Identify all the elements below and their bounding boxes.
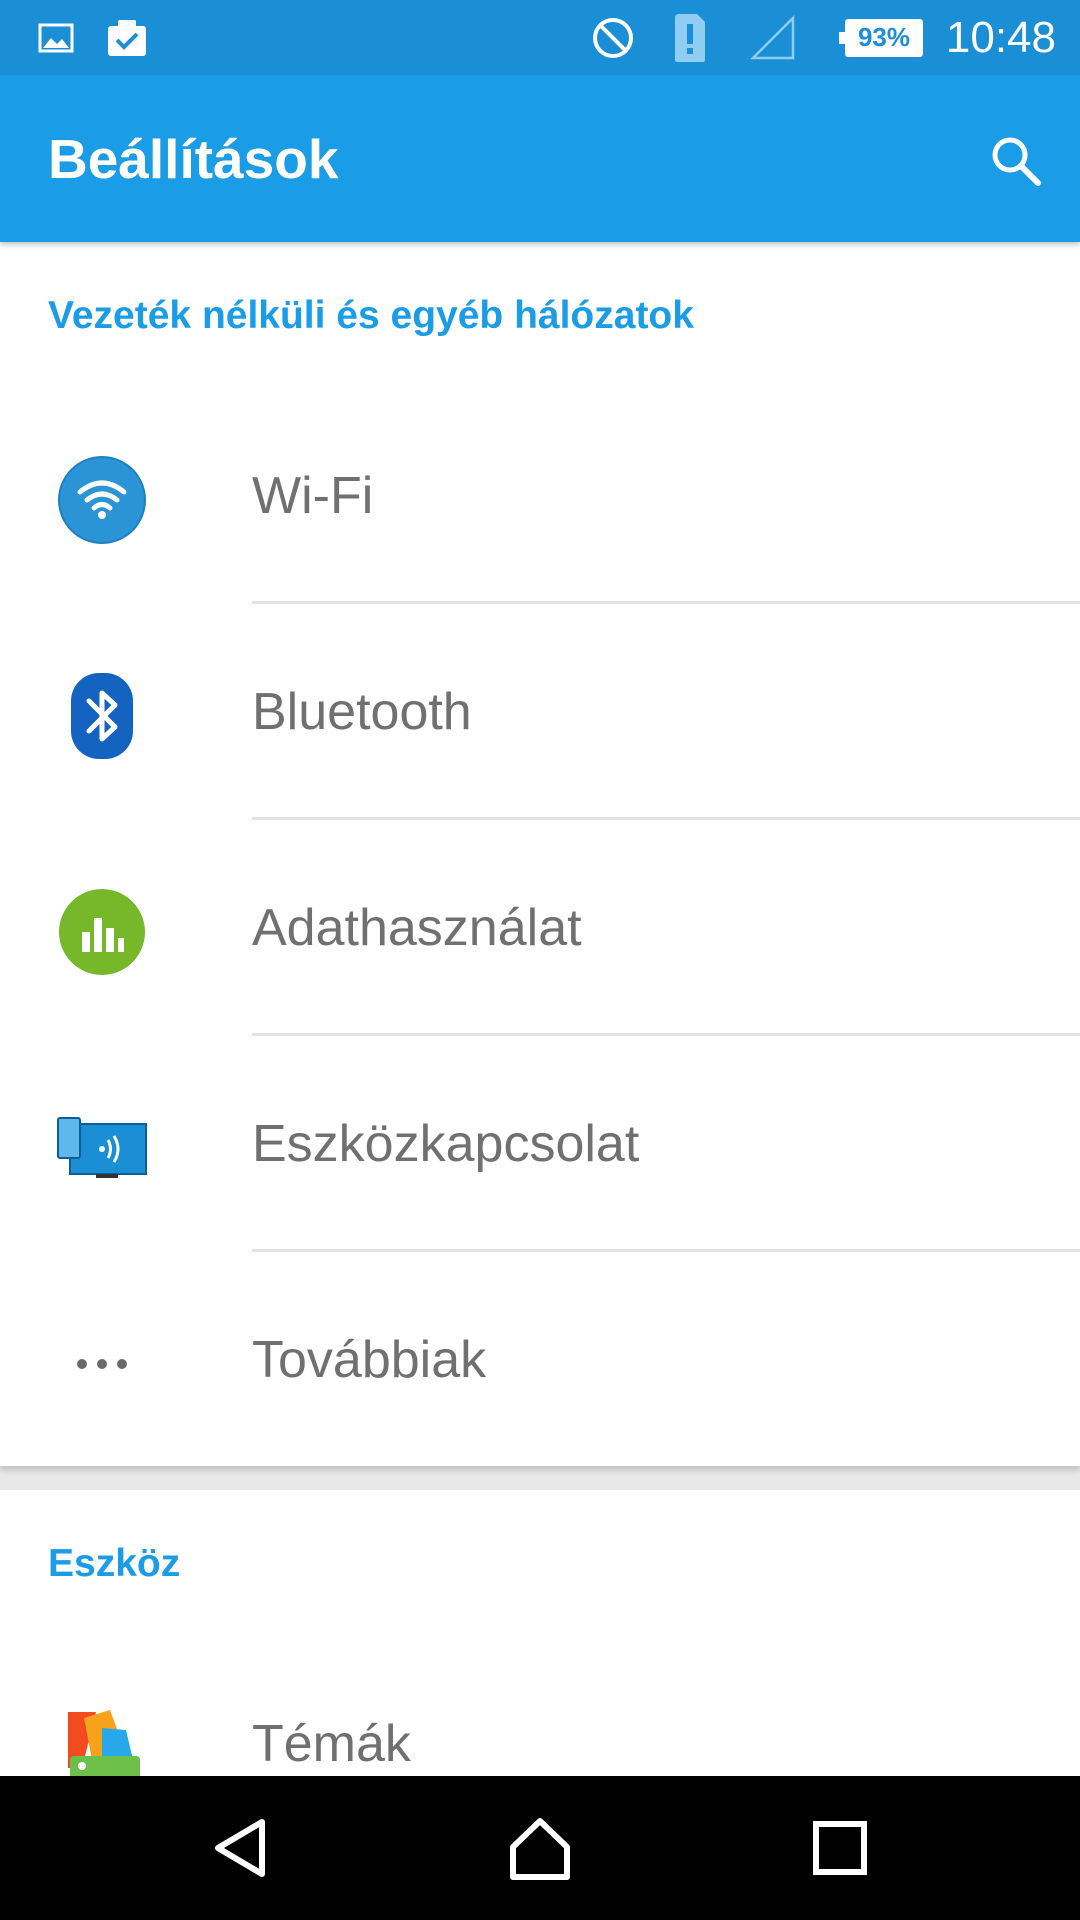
settings-item-device-connection[interactable]: Eszközkapcsolat: [0, 1036, 1080, 1252]
search-button[interactable]: [976, 121, 1056, 201]
more-icon: [56, 1318, 148, 1410]
settings-item-wifi[interactable]: Wi-Fi: [0, 388, 1080, 604]
settings-item-label: Témák: [252, 1715, 411, 1773]
search-icon: [992, 137, 1041, 186]
sim-alert-icon: [672, 0, 708, 75]
home-icon: [510, 1818, 570, 1880]
clipboard-check-icon: [104, 0, 150, 75]
settings-item-label: Adathasználat: [252, 899, 582, 957]
data-usage-icon: [56, 886, 148, 978]
battery-indicator: 93%: [839, 0, 925, 75]
settings-item-more[interactable]: Továbbiak: [0, 1252, 1080, 1468]
wifi-icon: [56, 454, 148, 546]
section-device: Eszköz Témák: [0, 1490, 1080, 1786]
back-icon: [215, 1819, 265, 1877]
settings-item-label: Bluetooth: [252, 683, 472, 741]
recents-button[interactable]: [790, 1798, 890, 1898]
app-bar: Beállítások: [0, 75, 1080, 242]
section-header: Eszköz: [48, 1542, 181, 1585]
clock: 10:48: [945, 12, 1056, 62]
settings-item-label: Wi-Fi: [252, 467, 374, 525]
do-not-disturb-icon: [590, 0, 636, 75]
navigation-bar: [0, 1776, 1080, 1920]
settings-item-data-usage[interactable]: Adathasználat: [0, 820, 1080, 1036]
section-wireless-networks: Vezeték nélküli és egyéb hálózatok Wi-Fi…: [0, 242, 1080, 1466]
home-button[interactable]: [490, 1798, 590, 1898]
back-button[interactable]: [192, 1798, 292, 1898]
status-bar: 93% 10:48: [0, 0, 1080, 75]
settings-item-bluetooth[interactable]: Bluetooth: [0, 604, 1080, 820]
settings-item-label: Továbbiak: [252, 1331, 487, 1389]
recents-icon: [813, 1821, 867, 1875]
battery-level: 93%: [839, 18, 923, 57]
settings-item-label: Eszközkapcsolat: [252, 1115, 640, 1173]
page-title: Beállítások: [48, 128, 339, 190]
bluetooth-icon: [56, 670, 148, 762]
image-icon: [36, 0, 76, 75]
section-divider: [0, 1466, 1080, 1490]
section-header: Vezeték nélküli és egyéb hálózatok: [48, 294, 694, 337]
signal-icon: [748, 0, 798, 75]
device-connection-icon: [56, 1102, 148, 1194]
